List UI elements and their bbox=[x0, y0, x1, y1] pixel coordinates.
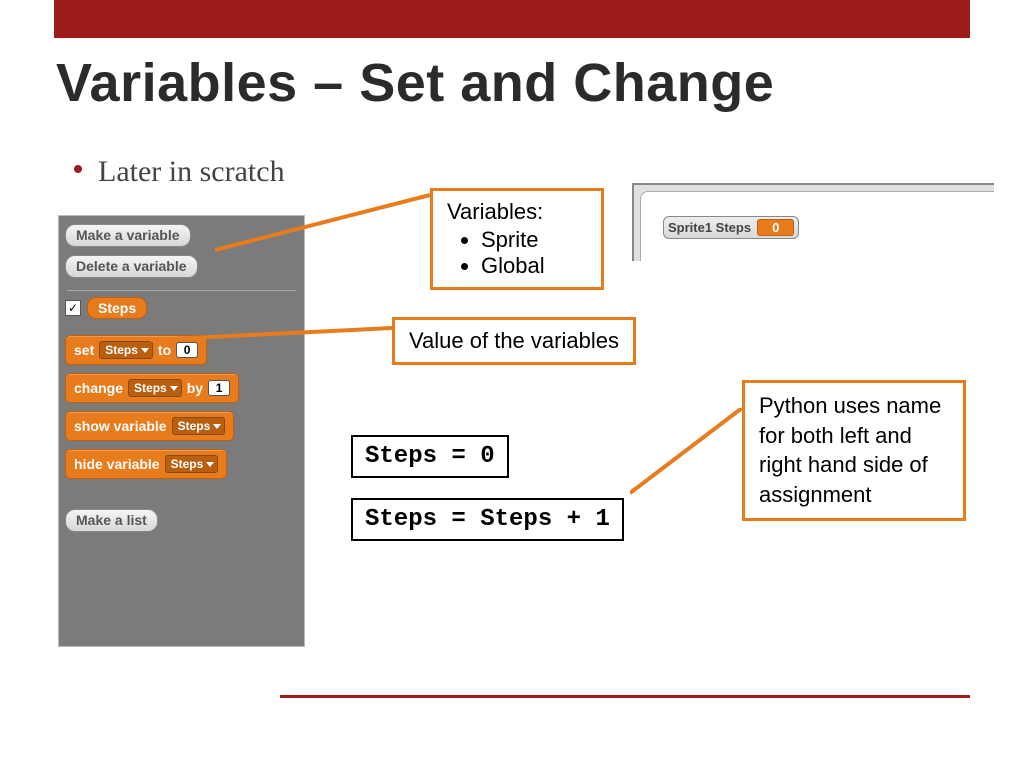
block-set-variable[interactable]: set Steps to 0 bbox=[65, 335, 207, 365]
callout-list: Sprite Global bbox=[447, 227, 587, 279]
block-dropdown-var[interactable]: Steps bbox=[172, 417, 226, 435]
code-line-2: Steps = Steps + 1 bbox=[351, 498, 624, 541]
callout-item: Global bbox=[481, 253, 587, 279]
block-show-variable[interactable]: show variable Steps bbox=[65, 411, 234, 441]
block-label: hide variable bbox=[74, 456, 160, 472]
callout-text: Python uses name for both left and right… bbox=[759, 393, 941, 507]
code-line-1: Steps = 0 bbox=[351, 435, 509, 478]
slide-title: Variables – Set and Change bbox=[56, 52, 774, 114]
block-label: show variable bbox=[74, 418, 167, 434]
variable-monitor: Sprite1 Steps 0 bbox=[663, 216, 799, 239]
block-number-input[interactable]: 1 bbox=[208, 380, 230, 396]
make-list-button[interactable]: Make a list bbox=[65, 509, 158, 532]
monitor-label: Sprite1 Steps bbox=[668, 220, 751, 235]
block-change-variable[interactable]: change Steps by 1 bbox=[65, 373, 239, 403]
variable-pill-steps[interactable]: Steps bbox=[87, 297, 147, 319]
callout-item: Sprite bbox=[481, 227, 587, 253]
connector-line bbox=[630, 408, 750, 498]
block-dropdown-var[interactable]: Steps bbox=[99, 341, 153, 359]
block-label: to bbox=[158, 342, 171, 358]
scratch-variables-panel: Make a variable Delete a variable ✓ Step… bbox=[58, 215, 305, 647]
block-label: change bbox=[74, 380, 123, 396]
block-hide-variable[interactable]: hide variable Steps bbox=[65, 449, 227, 479]
slide-top-bar bbox=[54, 0, 970, 38]
bullet-dot-icon bbox=[74, 165, 82, 173]
block-label: by bbox=[187, 380, 203, 396]
stage-canvas: Sprite1 Steps 0 bbox=[640, 191, 994, 261]
slide-bottom-rule bbox=[280, 695, 970, 698]
callout-text: Value of the variables bbox=[409, 328, 619, 353]
callout-value: Value of the variables bbox=[392, 317, 636, 365]
stage-preview: Sprite1 Steps 0 bbox=[632, 183, 994, 261]
variable-row: ✓ Steps bbox=[65, 297, 304, 319]
block-number-input[interactable]: 0 bbox=[176, 342, 198, 358]
block-dropdown-var[interactable]: Steps bbox=[165, 455, 219, 473]
panel-separator bbox=[67, 290, 296, 291]
delete-variable-button[interactable]: Delete a variable bbox=[65, 255, 198, 278]
callout-variables: Variables: Sprite Global bbox=[430, 188, 604, 290]
callout-python: Python uses name for both left and right… bbox=[742, 380, 966, 521]
block-dropdown-var[interactable]: Steps bbox=[128, 379, 182, 397]
make-variable-button[interactable]: Make a variable bbox=[65, 224, 191, 247]
callout-title: Variables: bbox=[447, 199, 543, 224]
monitor-value: 0 bbox=[757, 219, 794, 236]
variable-visible-checkbox[interactable]: ✓ bbox=[65, 300, 81, 316]
bullet-text: Later in scratch bbox=[98, 155, 285, 189]
block-label: set bbox=[74, 342, 94, 358]
